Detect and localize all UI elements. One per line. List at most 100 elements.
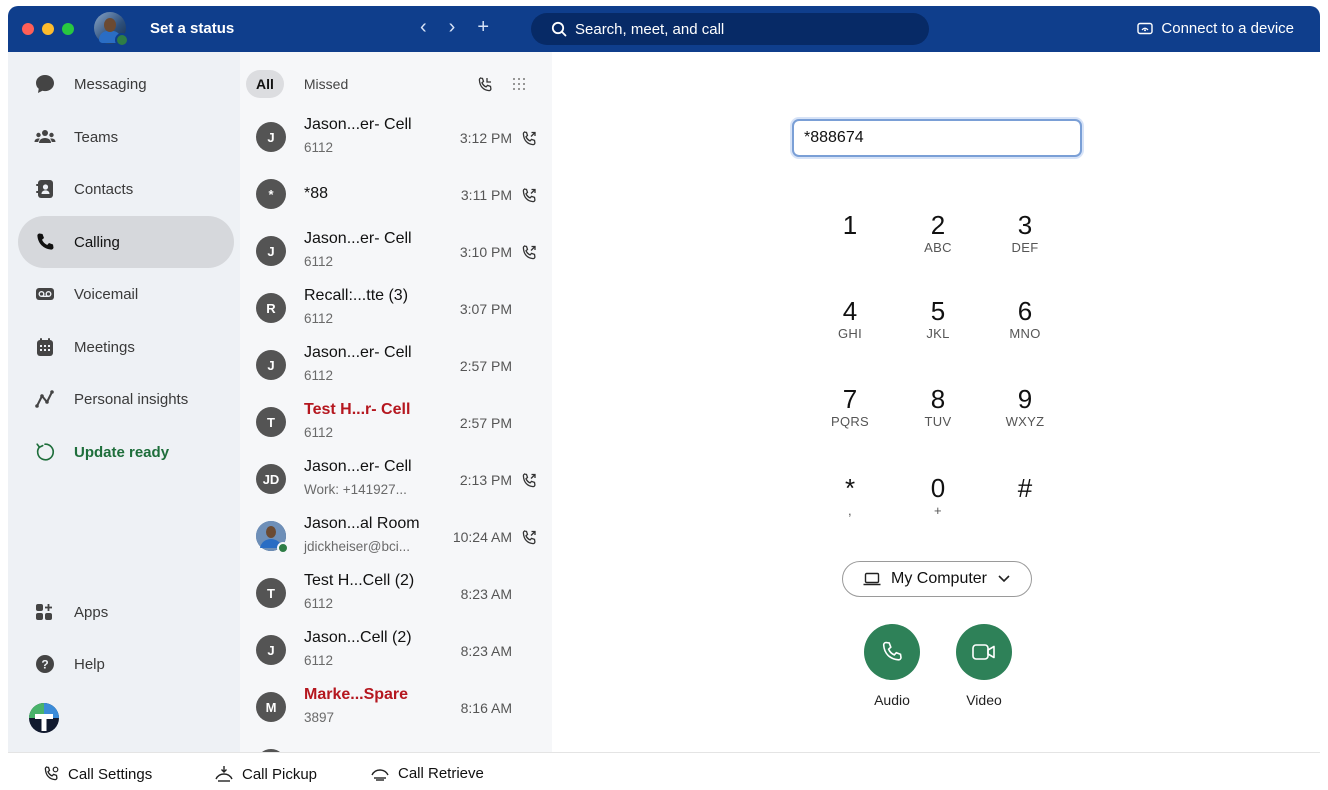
call-history-icon[interactable] <box>476 76 494 99</box>
nav-item-messaging[interactable]: Messaging <box>18 58 234 110</box>
call-history-row[interactable]: J Jason...er- Cell 6112 2:57 PM <box>240 338 552 395</box>
call-history-row[interactable]: T Test H...Cell (2) 6112 8:23 AM <box>240 566 552 623</box>
insights-icon <box>34 388 56 410</box>
presence-indicator <box>115 33 129 47</box>
call-history-row[interactable]: T Test H...r- Cell 6112 2:57 PM <box>240 395 552 452</box>
contact-avatar: J <box>256 350 286 380</box>
nav-label-contacts: Contacts <box>74 180 134 198</box>
dial-key-star[interactable]: *, <box>810 473 890 518</box>
dialer-panel: 12ABC3DEF4GHI5JKL6MNO7PQRS8TUV9WXYZ*,0+#… <box>552 52 1320 752</box>
dial-key-one[interactable]: 1 <box>810 210 890 240</box>
close-window-button[interactable] <box>22 23 34 35</box>
device-cast-icon <box>1137 22 1154 34</box>
my-avatar[interactable] <box>94 12 129 47</box>
set-status-button[interactable]: Set a status <box>150 20 234 37</box>
nav-label-help: Help <box>74 655 105 673</box>
call-pickup-button[interactable]: Call Pickup <box>214 765 317 783</box>
nav-label-messaging: Messaging <box>74 75 147 93</box>
connect-device-button[interactable]: Connect to a device <box>1137 20 1294 37</box>
nav-item-help[interactable]: ? Help <box>18 638 234 690</box>
filter-all-tab[interactable]: All <box>246 70 284 98</box>
dial-key-letters: + <box>934 503 942 518</box>
back-arrow-icon[interactable]: ‹ <box>420 16 427 39</box>
call-contact-name: Jason...er- Cell <box>304 230 412 247</box>
dial-key-digit: 0 <box>930 473 946 503</box>
call-history-row[interactable]: * *88 3:11 PM <box>240 167 552 224</box>
call-history-row[interactable]: JD Jason...er- Cell Work: +141927... 2:13 P… <box>240 452 552 509</box>
calendar-icon <box>34 336 56 358</box>
call-contact-detail: 3897 <box>304 710 335 725</box>
dial-key-five[interactable]: 5 JKL <box>898 296 978 341</box>
nav-label-voicemail: Voicemail <box>74 285 139 303</box>
device-selector-button[interactable]: My Computer <box>842 561 1032 597</box>
nav-label-personal-insights: Personal insights <box>74 390 189 408</box>
title-bar: Set a status ‹ › + Search, meet, and cal… <box>8 6 1320 52</box>
contact-avatar: J <box>256 236 286 266</box>
new-plus-icon[interactable]: + <box>477 16 489 39</box>
video-call-button[interactable] <box>956 624 1012 680</box>
minimize-window-button[interactable] <box>42 23 54 35</box>
call-time: 8:23 AM <box>460 586 512 602</box>
call-history-row[interactable]: M Marke...Spare 3897 8:16 AM <box>240 680 552 737</box>
call-history-row[interactable]: J Jason...er- Cell 6112 3:12 PM <box>240 110 552 167</box>
dial-key-letters: JKL <box>926 326 950 341</box>
forward-arrow-icon[interactable]: › <box>449 16 456 39</box>
dial-key-four[interactable]: 4 GHI <box>810 296 890 341</box>
audio-call-button[interactable] <box>864 624 920 680</box>
phone-icon <box>882 641 902 661</box>
call-settings-icon <box>44 766 59 781</box>
nav-item-teams[interactable]: Teams <box>18 111 234 163</box>
dial-key-letters: PQRS <box>830 414 870 429</box>
call-pickup-icon <box>215 766 233 782</box>
redial-icon[interactable] <box>520 244 538 267</box>
nav-item-update-ready[interactable]: Update ready <box>18 426 234 478</box>
nav-label-apps: Apps <box>74 603 109 621</box>
bottom-call-bar: Call Settings Call Pickup Call Retrieve <box>8 752 1320 790</box>
nav-item-contacts[interactable]: Contacts <box>18 163 234 215</box>
nav-item-meetings[interactable]: Meetings <box>18 321 234 373</box>
redial-icon[interactable] <box>520 472 538 495</box>
call-time: 2:13 PM <box>459 472 512 488</box>
dial-key-zero[interactable]: 0 + <box>898 473 978 518</box>
redial-icon[interactable] <box>520 187 538 210</box>
chevron-down-icon <box>998 575 1010 583</box>
call-time: 3:07 PM <box>459 301 512 317</box>
dial-number-input[interactable] <box>792 119 1082 157</box>
call-settings-button[interactable]: Call Settings <box>42 765 152 783</box>
call-contact-detail: 6112 <box>304 368 334 383</box>
call-time: 3:11 PM <box>460 187 512 203</box>
dialpad-icon[interactable] <box>512 76 526 99</box>
dial-key-pound[interactable]: # <box>985 473 1065 503</box>
call-history-row[interactable]: JJason...r- Cell <box>240 737 552 752</box>
search-bar[interactable]: Search, meet, and call <box>531 13 929 45</box>
nav-item-personal-insights[interactable]: Personal insights <box>18 373 234 425</box>
nav-item-calling[interactable]: Calling <box>18 216 234 268</box>
call-time: 2:57 PM <box>459 358 512 374</box>
redial-icon[interactable] <box>520 529 538 552</box>
filter-missed-tab[interactable]: Missed <box>294 70 358 98</box>
dial-key-letters: TUV <box>924 414 952 429</box>
dial-key-seven[interactable]: 7 PQRS <box>810 384 890 429</box>
dial-key-two[interactable]: 2 ABC <box>898 210 978 255</box>
call-history-row[interactable]: R Recall:...tte (3) 6112 3:07 PM <box>240 281 552 338</box>
redial-icon[interactable] <box>520 130 538 153</box>
dial-key-letters: WXYZ <box>1005 414 1045 429</box>
company-logo[interactable] <box>28 702 60 734</box>
dial-key-six[interactable]: 6 MNO <box>985 296 1065 341</box>
call-history-row[interactable]: J Jason...Cell (2) 6112 8:23 AM <box>240 623 552 680</box>
zoom-window-button[interactable] <box>62 23 74 35</box>
contact-avatar: JD <box>256 464 286 494</box>
call-contact-detail: jdickheiser@bci... <box>304 539 410 554</box>
nav-label-meetings: Meetings <box>74 338 135 356</box>
call-history-row[interactable]: J Jason...er- Cell 6112 3:10 PM <box>240 224 552 281</box>
dial-key-eight[interactable]: 8 TUV <box>898 384 978 429</box>
left-navigation: Messaging Teams Contacts Calling Voicema… <box>8 52 240 752</box>
contact-avatar: M <box>256 692 286 722</box>
call-retrieve-button[interactable]: Call Retrieve <box>370 765 484 782</box>
call-settings-label: Call Settings <box>68 765 153 783</box>
nav-item-apps[interactable]: Apps <box>18 586 234 638</box>
dial-key-nine[interactable]: 9 WXYZ <box>985 384 1065 429</box>
nav-item-voicemail[interactable]: Voicemail <box>18 268 234 320</box>
call-history-row[interactable]: Jason...al Room jdickheiser@bci... 10:24 A… <box>240 509 552 566</box>
dial-key-three[interactable]: 3 DEF <box>985 210 1065 255</box>
